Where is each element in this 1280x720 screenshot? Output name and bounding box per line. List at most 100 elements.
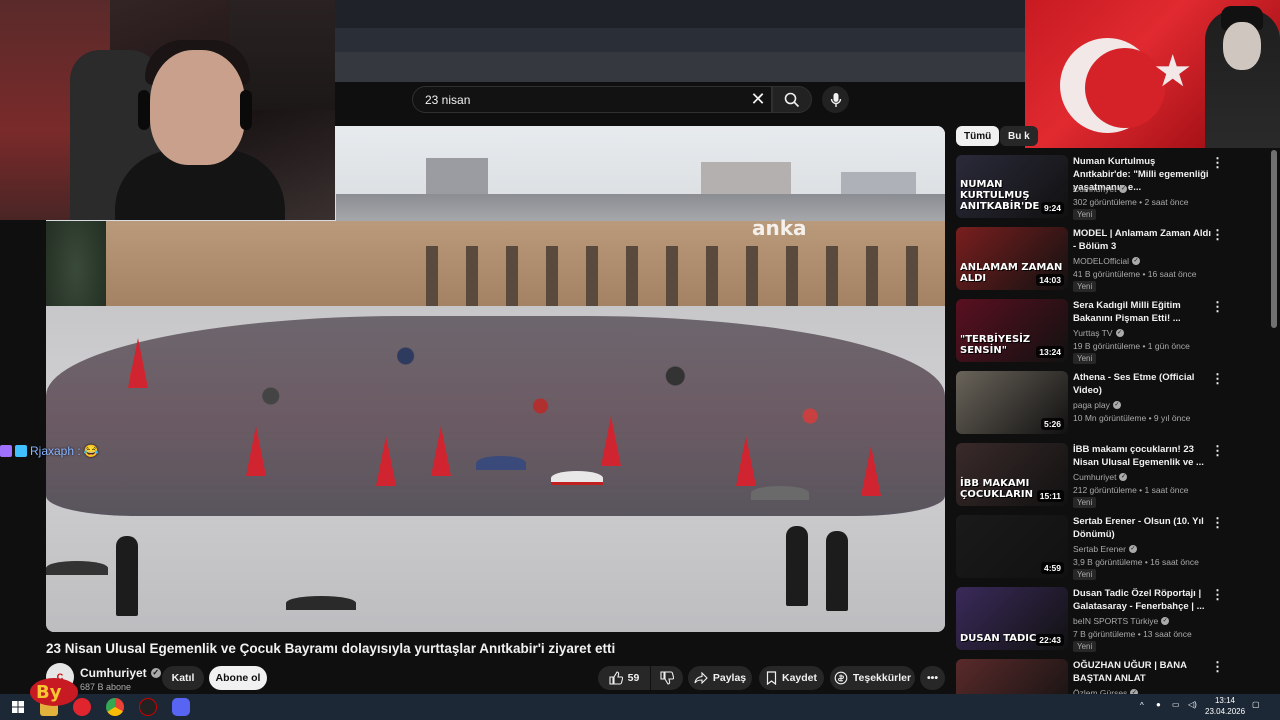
video-duration: 9:24	[1040, 202, 1064, 214]
channel-name[interactable]: MODELOfficial ✓	[1073, 256, 1141, 266]
new-badge: Yeni	[1073, 209, 1097, 220]
colonnade-roof	[336, 194, 945, 221]
channel-name[interactable]: Cumhuriyet ✓	[1073, 184, 1128, 194]
channel-name[interactable]: paga play ✓	[1073, 400, 1121, 410]
recommended-video[interactable]: NUMAN KURTULMUŞ ANITKABİR'DE 9:24 Numan Ku…	[956, 155, 1266, 221]
video-watermark: anka	[752, 216, 807, 240]
verified-icon: ✓	[1115, 329, 1124, 337]
video-thumbnail[interactable]: İBB MAKAMI ÇOCUKLARIN 15:11	[956, 443, 1068, 506]
video-duration: 4:59	[1040, 562, 1064, 574]
subscribe-button[interactable]: Abone ol	[209, 666, 267, 690]
verified-icon: ✓	[1161, 617, 1170, 625]
more-vertical-icon[interactable]: ⋮	[1211, 299, 1224, 315]
svg-text:By: By	[36, 682, 62, 703]
badge-icon	[15, 445, 27, 457]
turkish-flag	[128, 338, 148, 388]
share-button[interactable]: Paylaş	[688, 666, 752, 690]
channel-name[interactable]: Yurttaş TV ✓	[1073, 328, 1124, 338]
start-icon[interactable]	[9, 698, 27, 716]
new-badge: Yeni	[1073, 569, 1097, 580]
browser-bookmarks-bar	[335, 52, 1025, 82]
subscriber-count: 687 B abone	[80, 682, 132, 692]
recommended-video[interactable]: 5:26 Athena - Ses Etme (Official Video) pa…	[956, 371, 1266, 437]
chip-channel-label: Bu k	[1008, 130, 1030, 142]
video-thumbnail[interactable]: ANLAMAM ZAMAN ALDI 14:03	[956, 227, 1068, 290]
notification-icon[interactable]: ▢	[1252, 699, 1260, 710]
browser-toolbar	[335, 28, 1025, 52]
more-vertical-icon[interactable]: ⋮	[1211, 227, 1224, 243]
volume-icon[interactable]: ◁)	[1188, 699, 1197, 710]
recommended-video[interactable]: "TERBİYESİZ SENSİN" 13:24 Sera Kadıgil Mil…	[956, 299, 1266, 365]
video-thumbnail[interactable]: 4:59	[956, 515, 1068, 578]
more-vertical-icon[interactable]: ⋮	[1211, 371, 1224, 387]
windows-taskbar	[0, 694, 1280, 720]
more-vertical-icon[interactable]: ⋮	[1211, 155, 1224, 171]
chip-channel[interactable]: Bu k	[1000, 126, 1038, 146]
column	[826, 246, 838, 306]
save-button[interactable]: Kaydet	[759, 666, 824, 690]
umbrella	[551, 471, 603, 485]
umbrella	[476, 456, 526, 470]
search-input[interactable]: 23 nisan	[412, 86, 772, 113]
more-vertical-icon[interactable]: ⋮	[1211, 443, 1224, 459]
channel-name[interactable]: beIN SPORTS Türkiye ✓	[1073, 616, 1170, 626]
thumbs-down-icon	[660, 671, 674, 685]
like-button[interactable]: 59	[598, 666, 650, 690]
recommended-video[interactable]: İBB MAKAMI ÇOCUKLARIN 15:11 İBB makamı çoc…	[956, 443, 1266, 509]
turkish-flag	[376, 436, 396, 486]
crowd	[46, 316, 945, 516]
clear-search-icon[interactable]: ✕	[748, 89, 768, 109]
microphone-tray-icon[interactable]: ●	[1156, 699, 1161, 710]
obs-icon[interactable]	[139, 698, 157, 716]
voice-search-button[interactable]	[822, 86, 849, 113]
more-actions-button[interactable]: •••	[920, 666, 945, 690]
channel-name-text: Cumhuriyet	[80, 666, 147, 680]
discord-icon[interactable]	[172, 698, 190, 716]
video-title[interactable]: İBB makamı çocukların! 23 Nisan Ulusal E…	[1073, 443, 1213, 469]
sidebar-scrollbar[interactable]	[1271, 150, 1277, 328]
recommended-video[interactable]: 4:59 Sertab Erener - Olsun (10. Yıl Dönüm…	[956, 515, 1266, 581]
recommended-video[interactable]: DUSAN TADIC 22:43 Dusan Tadic Özel Röporta…	[956, 587, 1266, 653]
video-stats: 41 B görüntüleme • 16 saat önce	[1073, 269, 1197, 279]
channel-name[interactable]: Cumhuriyet ✓	[80, 666, 161, 680]
dislike-button[interactable]	[651, 666, 683, 690]
join-button[interactable]: Katıl	[162, 666, 204, 690]
video-title[interactable]: Sertab Erener - Olsun (10. Yıl Dönümü)	[1073, 515, 1213, 541]
verified-icon: ✓	[1128, 545, 1137, 553]
network-icon[interactable]: ▭	[1172, 699, 1180, 710]
video-thumbnail[interactable]: "TERBİYESİZ SENSİN" 13:24	[956, 299, 1068, 362]
column	[786, 246, 798, 306]
channel-name[interactable]: Sertab Erener ✓	[1073, 544, 1137, 554]
video-title[interactable]: MODEL | Anlamam Zaman Aldı - Bölüm 3	[1073, 227, 1213, 253]
microphone-icon	[830, 92, 841, 107]
video-thumbnail[interactable]: DUSAN TADIC 22:43	[956, 587, 1068, 650]
video-title[interactable]: Sera Kadıgil Milli Eğitim Bakanını Pişma…	[1073, 299, 1213, 325]
more-vertical-icon[interactable]: ⋮	[1211, 659, 1224, 675]
share-label: Paylaş	[712, 672, 747, 684]
tray-chevron-icon[interactable]: ^	[1140, 700, 1144, 711]
column	[666, 246, 678, 306]
more-vertical-icon[interactable]: ⋮	[1211, 515, 1224, 531]
search-button[interactable]	[772, 86, 812, 113]
video-duration: 14:03	[1036, 274, 1064, 286]
verified-icon: ✓	[1112, 401, 1121, 409]
chip-all[interactable]: Tümü	[956, 126, 1000, 146]
more-vertical-icon[interactable]: ⋮	[1211, 587, 1224, 603]
recommended-video[interactable]: ANLAMAM ZAMAN ALDI 14:03 MODEL | Anlamam Z…	[956, 227, 1266, 293]
column	[506, 246, 518, 306]
streamer-logo: By	[26, 668, 82, 708]
channel-name[interactable]: Cumhuriyet ✓	[1073, 472, 1128, 482]
thanks-button[interactable]: Teşekkürler	[830, 666, 915, 690]
person	[826, 531, 848, 611]
video-thumbnail[interactable]: 5:26	[956, 371, 1068, 434]
person	[116, 536, 138, 616]
video-title[interactable]: OĞUZHAN UĞUR | BANA BAŞTAN ANLAT	[1073, 659, 1213, 685]
column	[866, 246, 878, 306]
verified-icon: ✓	[1132, 257, 1141, 265]
video-title[interactable]: Athena - Ses Etme (Official Video)	[1073, 371, 1213, 397]
subscribe-label: Abone ol	[215, 672, 261, 684]
chrome-icon[interactable]	[106, 698, 124, 716]
clock[interactable]: 13:14 23.04.2026	[1205, 695, 1245, 717]
video-thumbnail[interactable]: NUMAN KURTULMUŞ ANITKABİR'DE 9:24	[956, 155, 1068, 218]
video-title[interactable]: Dusan Tadic Özel Röportajı | Galatasaray…	[1073, 587, 1213, 613]
